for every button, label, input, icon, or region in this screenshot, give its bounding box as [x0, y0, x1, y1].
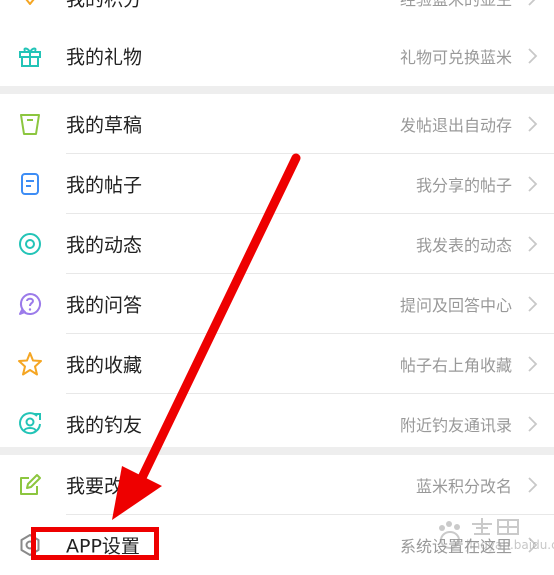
watermark: jingyan.baidu.com	[432, 512, 554, 562]
annotation-highlight-box	[31, 527, 159, 560]
menu-item-label: 我的收藏	[66, 354, 143, 377]
menu-item-hint: 我发表的动态	[415, 236, 512, 255]
menu-item-points[interactable]: 我的积分 经验蓝米的显生	[0, 0, 554, 28]
menu-item-posts[interactable]: 我的帖子 我分享的帖子	[0, 154, 554, 214]
menu-item-hint: 礼物可兑换蓝米	[399, 48, 512, 67]
gift-icon	[17, 43, 43, 69]
chevron-right-icon	[522, 114, 542, 134]
edit-icon	[17, 472, 43, 498]
activity-icon	[17, 231, 43, 257]
menu-item-hint: 蓝米积分改名	[415, 477, 512, 496]
menu-item-hint: 附近钓友通讯录	[399, 416, 512, 435]
star-icon	[17, 351, 43, 377]
watermark-text: jingyan.baidu.com	[466, 538, 554, 552]
menu-item-hint: 提问及回答中心	[399, 296, 512, 315]
chevron-right-icon	[522, 475, 542, 495]
paw-logo-icon	[439, 518, 519, 549]
menu-item-label: 我的帖子	[66, 174, 143, 197]
menu-item-label: 我的动态	[66, 234, 143, 257]
question-icon	[17, 291, 43, 317]
chevron-right-icon	[522, 354, 542, 374]
menu-item-qa[interactable]: 我的问答 提问及回答中心	[0, 274, 554, 334]
section-gap	[0, 447, 554, 455]
menu-item-activity[interactable]: 我的动态 我发表的动态	[0, 214, 554, 274]
menu-item-friends[interactable]: 我的钓友 附近钓友通讯录	[0, 394, 554, 454]
chevron-right-icon	[522, 414, 542, 434]
menu-item-hint: 经验蓝米的显生	[400, 0, 512, 10]
chevron-right-icon	[522, 234, 542, 254]
menu-item-drafts[interactable]: 我的草稿 发帖退出自动存	[0, 94, 554, 154]
menu-item-label: 我的问答	[66, 294, 143, 317]
diamond-icon	[17, 0, 43, 11]
menu-item-favorites[interactable]: 我的收藏 帖子右上角收藏	[0, 334, 554, 394]
draft-icon	[17, 111, 43, 137]
menu-item-label: 我的草稿	[66, 114, 143, 137]
friends-icon	[17, 411, 43, 437]
post-icon	[17, 171, 43, 197]
menu-item-label: 我的礼物	[66, 46, 143, 69]
menu-item-label: 我的钓友	[66, 414, 143, 437]
menu-item-hint: 我分享的帖子	[415, 176, 512, 195]
menu-item-label: 我的积分	[66, 0, 142, 12]
chevron-right-icon	[522, 0, 542, 8]
menu-item-label: 我要改名	[66, 475, 143, 498]
menu-item-rename[interactable]: 我要改名 蓝米积分改名	[0, 455, 554, 515]
menu-item-gift[interactable]: 我的礼物 礼物可兑换蓝米	[0, 26, 554, 86]
chevron-right-icon	[522, 46, 542, 66]
menu-item-hint: 帖子右上角收藏	[399, 356, 512, 375]
chevron-right-icon	[522, 294, 542, 314]
section-gap	[0, 86, 554, 94]
menu-item-hint: 发帖退出自动存	[399, 116, 512, 135]
chevron-right-icon	[522, 174, 542, 194]
